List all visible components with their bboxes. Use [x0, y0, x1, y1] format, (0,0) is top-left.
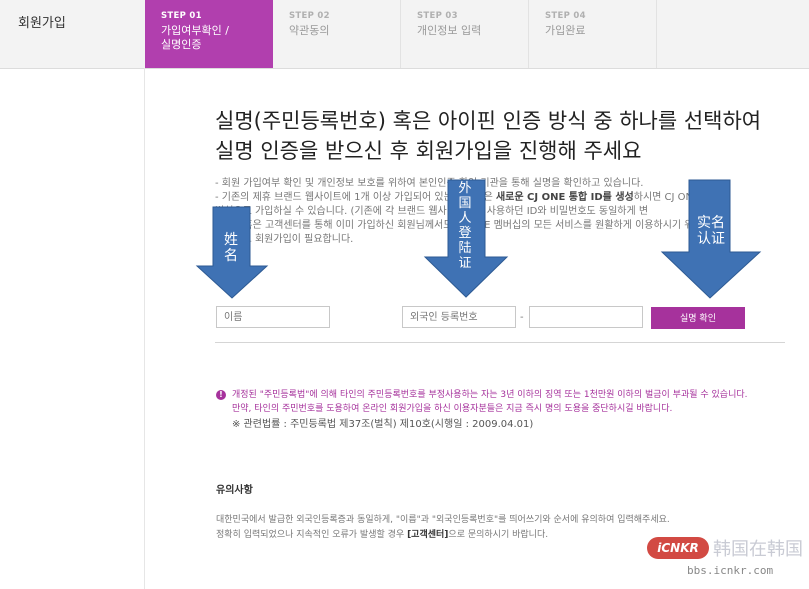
warning-line: 개정된 "주민등록법"에 의해 타인의 주민등록번호를 부정사용하는 자는 3년…	[232, 390, 748, 400]
sidebar-divider	[144, 68, 145, 589]
step-label: 가입완료	[545, 24, 586, 37]
step-04: STEP 04 가입완료	[529, 0, 657, 68]
headline-line: 실명(주민등록번호) 혹은 아이핀 인증 방식 중 하나를 선택하여	[215, 109, 762, 133]
verify-name-button[interactable]: 실명 확인	[651, 307, 745, 329]
page-brand-title: 회원가입	[18, 16, 66, 31]
note-emphasis: 새로운 CJ ONE 통합 ID를 생성	[495, 192, 634, 203]
step-number: STEP 03	[417, 11, 458, 21]
customer-center-link[interactable]: [고객센터]	[407, 530, 448, 540]
registration-number-input[interactable]	[402, 306, 516, 328]
note-line: - 회원 가입여부 확인 및 개인정보 보호를 위하여 본인인증 확인 기관을 …	[215, 178, 644, 189]
name-input[interactable]	[216, 306, 330, 328]
step-number: STEP 02	[289, 11, 330, 21]
step-label: 가입여부확인 / 실명인증	[161, 24, 229, 51]
step-label: 개인정보 입력	[417, 24, 482, 37]
step-label: 약관동의	[289, 24, 330, 37]
registration-number-input-2[interactable]	[529, 306, 643, 328]
related-law: ※ 관련법률 : 주민등록법 제37조(벌칙) 제10호(시행일 : 2009.…	[232, 419, 534, 430]
number-separator: -	[520, 312, 524, 323]
page-headline: 실명(주민등록번호) 혹은 아이핀 인증 방식 중 하나를 선택하여 실명 인증…	[215, 106, 785, 166]
note-line: - 기존의 제휴 브랜드 웹사이트에 1개 이상 가입되어 있는 회원님은 새로…	[215, 192, 712, 203]
step-03: STEP 03 개인정보 입력	[401, 0, 529, 68]
caution-line: 대한민국에서 발급한 외국인등록증과 동일하게, "이름"과 "외국인등록번호"…	[216, 515, 670, 525]
annotation-label-verify: 实名 认证	[697, 215, 725, 247]
warning-text: 개정된 "주민등록법"에 의해 타인의 주민등록번호를 부정사용하는 자는 3년…	[232, 388, 792, 416]
warning-line: 만약, 타인의 주민번호를 도용하여 온라인 회원가입을 하신 이용자분들은 지…	[232, 404, 673, 414]
step-01: STEP 01 가입여부확인 / 실명인증	[145, 0, 273, 68]
step-02: STEP 02 약관동의	[273, 0, 401, 68]
caution-title: 유의사항	[216, 485, 253, 496]
annotation-label-name: 姓名	[224, 232, 238, 264]
annotation-label-registration: 外国人登陆证	[458, 181, 472, 271]
site-watermark: iCNKR 韩国在韩国 bbs.icnkr.com	[645, 533, 805, 583]
verification-form: - 실명 확인	[215, 292, 785, 343]
icnkr-logo: iCNKR	[647, 537, 709, 559]
headline-line: 실명 인증을 받으신 후 회원가입을 진행해 주세요	[215, 139, 642, 163]
watermark-url: bbs.icnkr.com	[687, 564, 774, 577]
top-step-bar: 회원가입 STEP 01 가입여부확인 / 실명인증 STEP 02 약관동의 S…	[0, 0, 809, 69]
step-number: STEP 04	[545, 11, 586, 21]
watermark-site-name: 韩国在韩国	[713, 539, 803, 560]
alert-icon: !	[216, 390, 226, 400]
step-number: STEP 01	[161, 11, 202, 21]
